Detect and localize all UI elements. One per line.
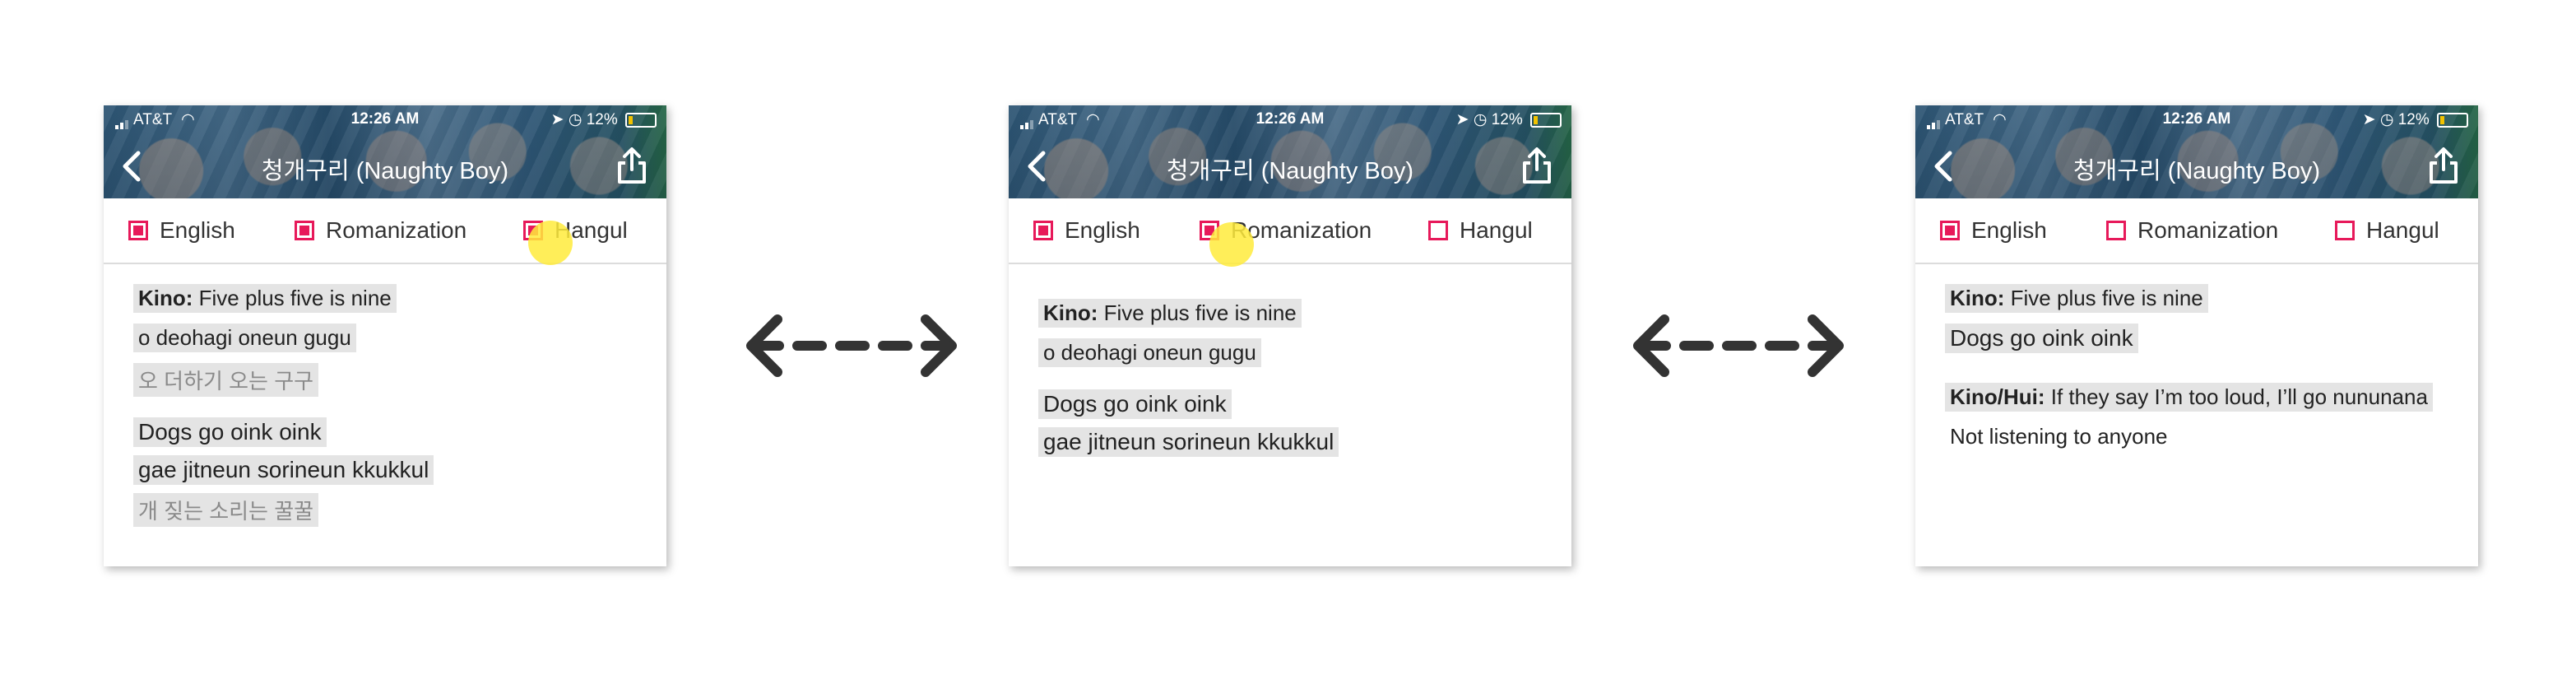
toggle-romanization[interactable]: Romanization — [295, 216, 466, 244]
tap-indicator — [528, 221, 573, 265]
lyric-line: Dogs go oink oink — [133, 417, 327, 447]
language-toggles: English Romanization Hangul — [104, 198, 666, 264]
screen-all-languages: AT&T ◠ 12:26 AM ➤ ◷ 12% 청개구리 (Naughty Bo… — [104, 105, 666, 566]
song-title: 청개구리 (Naughty Boy) — [2072, 158, 2321, 184]
lyric-line: Not listening to anyone — [1950, 424, 2168, 449]
lyric-line: gae jitneun sorineun kkukkul — [133, 455, 434, 485]
status-right: ➤ ◷ 12% — [1456, 110, 1562, 129]
checkbox-english[interactable] — [1033, 221, 1053, 240]
toggle-romanization-label: Romanization — [2137, 217, 2279, 243]
bidirectional-arrow-icon — [746, 314, 957, 377]
bidirectional-arrow-icon — [1633, 314, 1844, 377]
title-bar: 청개구리 (Naughty Boy) — [1009, 147, 1571, 188]
lyric-line: o deohagi oneun gugu — [1038, 338, 1261, 367]
location-icon: ➤ — [550, 111, 564, 128]
toggle-english[interactable]: English — [1033, 216, 1140, 244]
toggle-hangul-label: Hangul — [2366, 217, 2439, 243]
title-bar: 청개구리 (Naughty Boy) — [1915, 147, 2478, 188]
share-icon[interactable] — [1520, 147, 1553, 184]
toggle-hangul[interactable]: Hangul — [1428, 216, 1533, 244]
lyric-line: Dogs go oink oink — [1945, 324, 2138, 353]
lyric-line: 오 더하기 오는 구구 — [133, 363, 319, 397]
share-icon[interactable] — [615, 147, 648, 184]
battery-percent: 12% — [586, 111, 618, 128]
toggle-english-label: English — [1065, 217, 1140, 243]
checkbox-hangul[interactable] — [1428, 221, 1448, 240]
song-title: 청개구리 (Naughty Boy) — [261, 158, 509, 184]
tap-indicator — [1209, 222, 1254, 267]
language-toggles: English Romanization Hangul — [1915, 198, 2478, 264]
checkbox-english[interactable] — [1940, 221, 1960, 240]
status-bar: AT&T ◠ 12:26 AM ➤ ◷ 12% — [104, 110, 666, 132]
screen-no-hangul: AT&T ◠ 12:26 AM ➤ ◷ 12% 청개구리 (Naughty Bo… — [1009, 105, 1571, 566]
toggle-english[interactable]: English — [1940, 216, 2047, 244]
lyric-line: Dogs go oink oink — [1038, 389, 1232, 419]
title-bar: 청개구리 (Naughty Boy) — [104, 147, 666, 188]
toggle-romanization[interactable]: Romanization — [2106, 216, 2278, 244]
checkbox-hangul[interactable] — [2335, 221, 2355, 240]
alarm-icon: ◷ — [2379, 111, 2394, 128]
lyric-line: Kino/Hui: If they say I’m too loud, I’ll… — [1945, 383, 2433, 412]
lyric-line: gae jitneun sorineun kkukkul — [1038, 427, 1339, 457]
alarm-icon: ◷ — [568, 111, 583, 128]
toggle-hangul-label: Hangul — [1460, 217, 1533, 243]
share-icon[interactable] — [2427, 147, 2460, 184]
lyric-line: o deohagi oneun gugu — [133, 324, 356, 352]
toggle-english-label: English — [1971, 217, 2047, 243]
battery-icon — [1530, 112, 1562, 128]
toggle-english[interactable]: English — [128, 216, 235, 244]
checkbox-romanization[interactable] — [295, 221, 314, 240]
screen-english-only: AT&T ◠ 12:26 AM ➤ ◷ 12% 청개구리 (Naughty Bo… — [1915, 105, 2478, 566]
checkbox-romanization[interactable] — [2106, 221, 2126, 240]
toggle-hangul[interactable]: Hangul — [2335, 216, 2439, 244]
status-bar: AT&T ◠ 12:26 AM ➤ ◷ 12% — [1915, 110, 2478, 132]
status-right: ➤ ◷ 12% — [2363, 110, 2468, 129]
toggle-romanization-label: Romanization — [326, 217, 467, 243]
battery-percent: 12% — [2397, 111, 2430, 128]
status-bar: AT&T ◠ 12:26 AM ➤ ◷ 12% — [1009, 110, 1571, 132]
lyric-line: Kino: Five plus five is nine — [1038, 299, 1302, 328]
battery-percent: 12% — [1491, 111, 1523, 128]
language-toggles: English Romanization Hangul — [1009, 198, 1571, 264]
status-right: ➤ ◷ 12% — [551, 110, 657, 129]
toggle-english-label: English — [160, 217, 235, 243]
lyric-line: Kino: Five plus five is nine — [1945, 284, 2208, 313]
song-title: 청개구리 (Naughty Boy) — [1166, 158, 1414, 184]
battery-icon — [625, 112, 657, 128]
location-icon: ➤ — [1455, 111, 1469, 128]
checkbox-english[interactable] — [128, 221, 148, 240]
lyric-line: 개 짖는 소리는 꿀꿀 — [133, 493, 319, 527]
lyric-line: Kino: Five plus five is nine — [133, 284, 397, 313]
battery-icon — [2437, 112, 2468, 128]
alarm-icon: ◷ — [1473, 111, 1488, 128]
location-icon: ➤ — [2362, 111, 2376, 128]
